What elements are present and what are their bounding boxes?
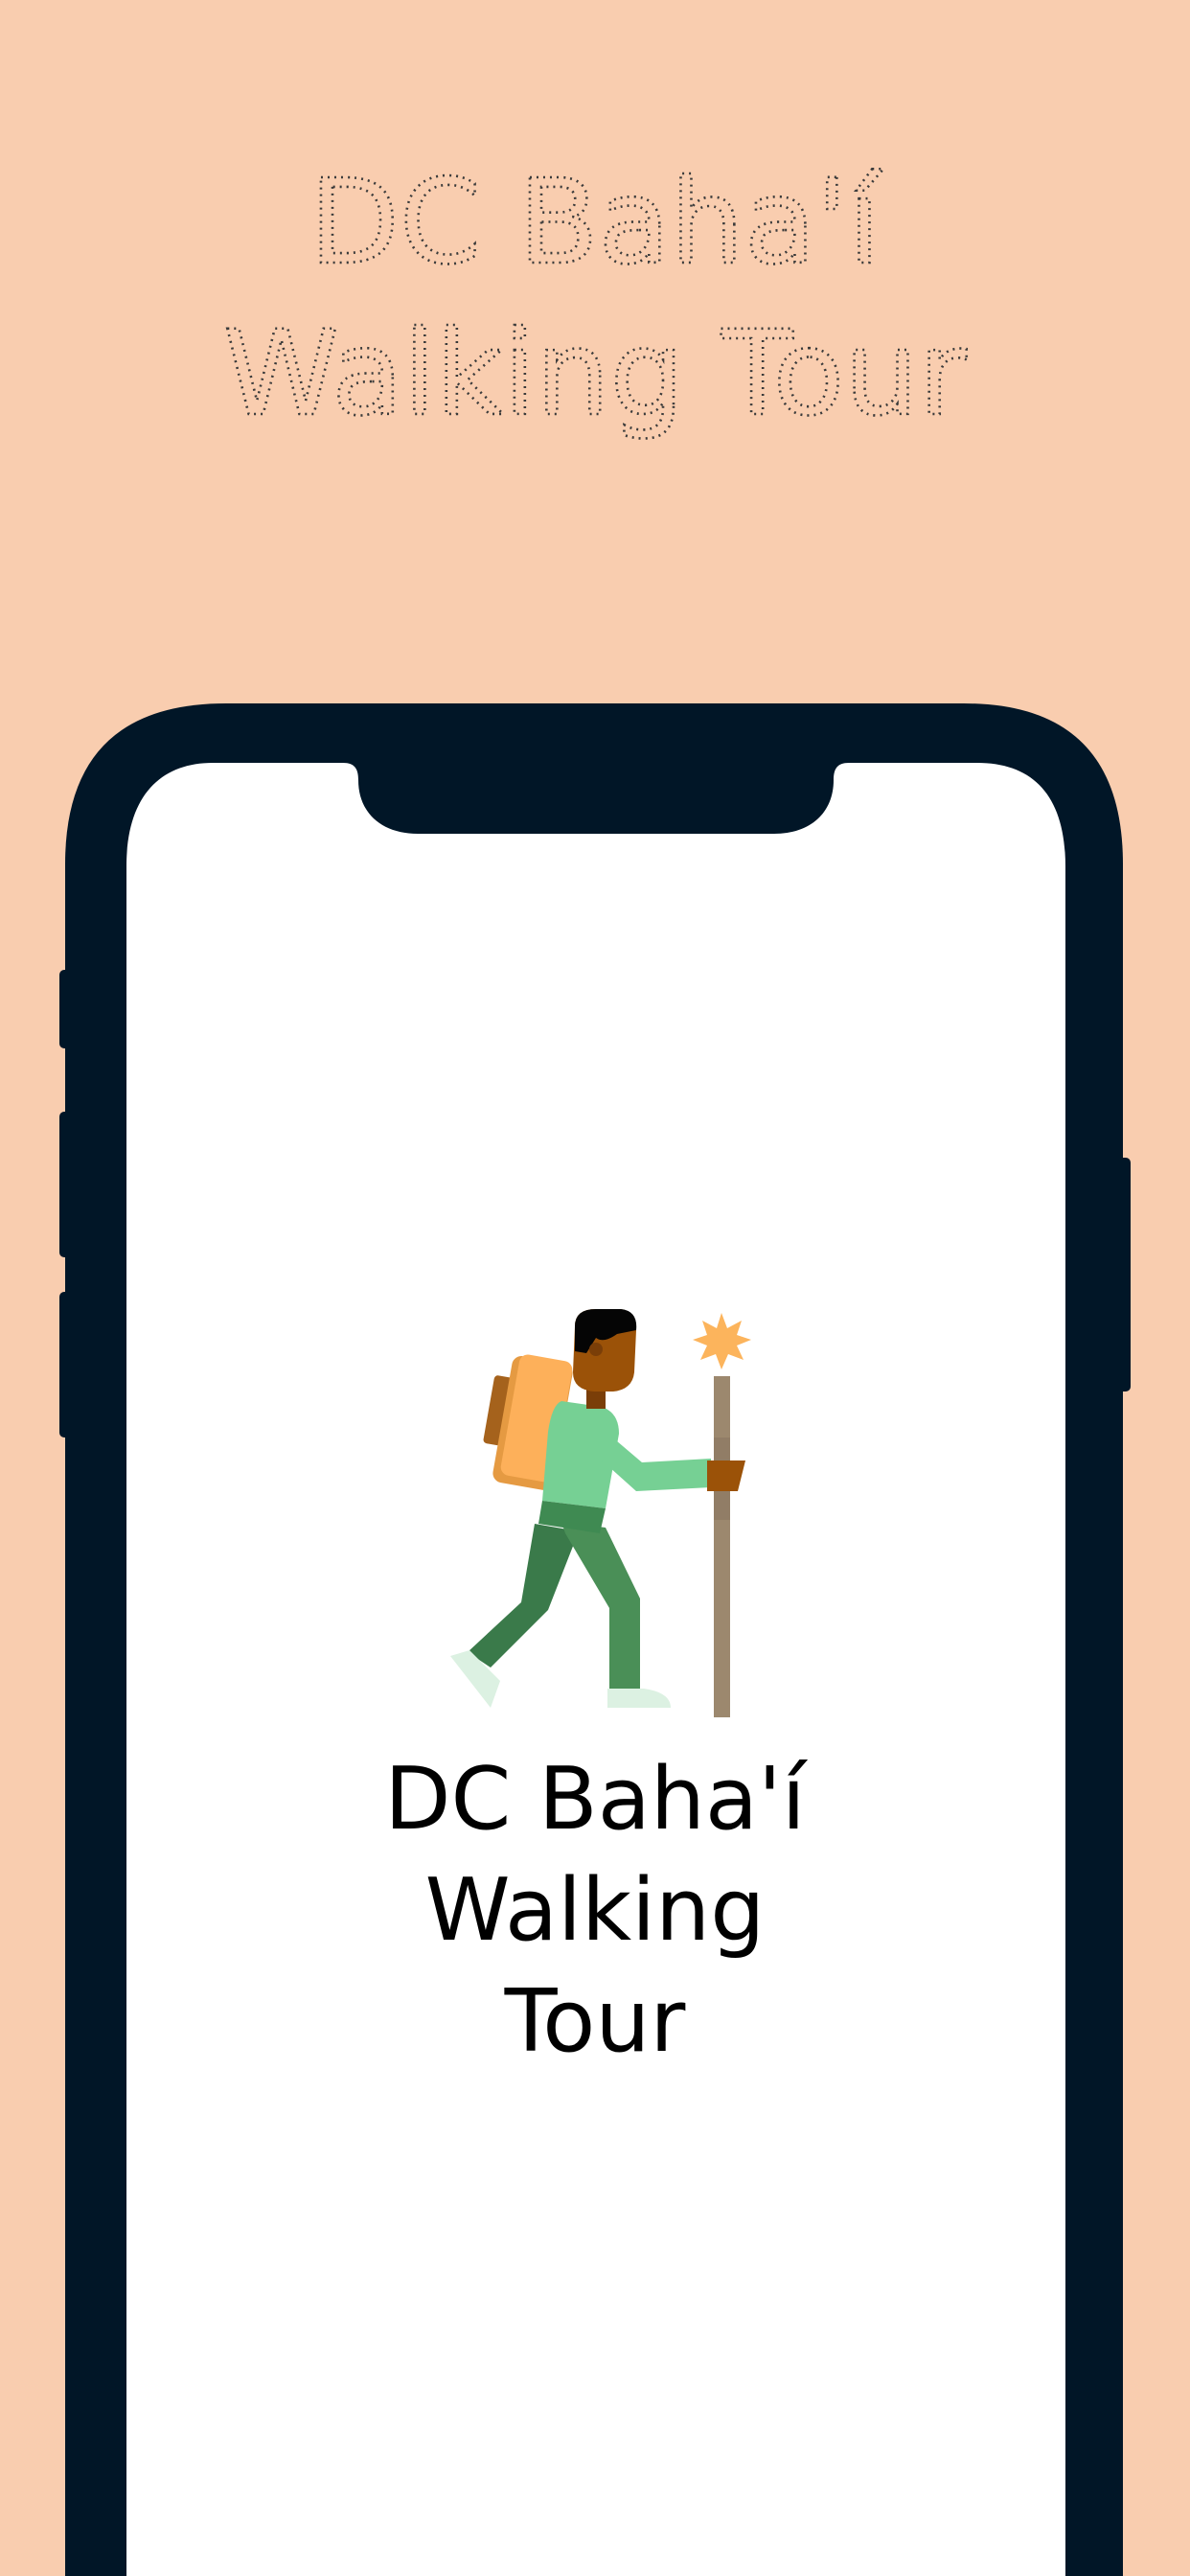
device-screen: [126, 763, 1065, 2576]
phone-mockup: [59, 703, 1131, 2576]
staff: [714, 1376, 730, 1717]
splash-title-line2: Walking: [424, 1860, 766, 1961]
splash-title: DC Baha'í Walking Tour: [308, 1744, 882, 2078]
splash-title-line1: DC Baha'í: [384, 1749, 806, 1850]
splash-title-line3: Tour: [504, 1971, 686, 2072]
